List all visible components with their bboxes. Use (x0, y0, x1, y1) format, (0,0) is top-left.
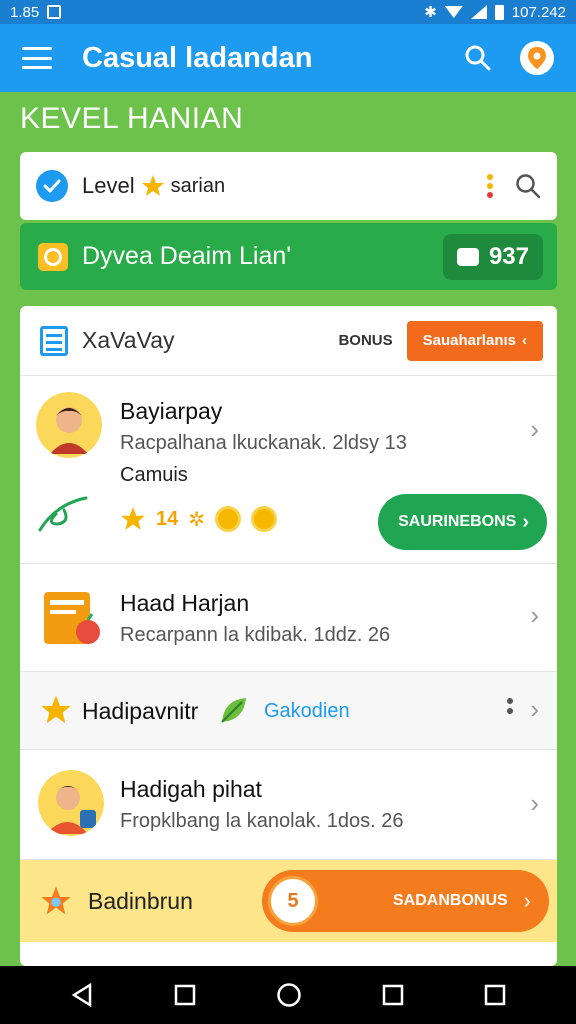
row-name: Haad Harjan (120, 590, 250, 616)
chevron-right-icon: › (530, 414, 539, 444)
search-icon[interactable] (464, 44, 492, 72)
menu-icon[interactable] (22, 47, 52, 69)
panel-title: XaVaVay (82, 327, 175, 353)
row-action-label: SAURINEBONS (398, 513, 517, 530)
app-title: Casual ladandan (82, 41, 313, 74)
rewards-row: 14 ✲ (120, 506, 278, 532)
battery-icon (494, 4, 504, 20)
recents-icon[interactable] (484, 984, 506, 1006)
star-icon (141, 175, 164, 196)
coin-icon (251, 506, 278, 532)
location-pin-icon[interactable] (520, 41, 554, 75)
level-bar[interactable]: Level sarian (20, 152, 557, 220)
row-action-button[interactable]: SAURINEBONS › (378, 494, 547, 550)
banner-text: Dyvea Deaim Lian' (82, 242, 292, 270)
system-nav-bar (0, 966, 576, 1024)
square-icon[interactable] (174, 984, 196, 1006)
row-tag: Gakodien (264, 700, 350, 722)
bonus-banner[interactable]: Badinbrun 5 SADANBONUS › (20, 860, 557, 942)
signal-icon (470, 5, 487, 19)
list-item[interactable]: Haad Harjan Recarpann la kdibak. 1ddz. 2… (20, 564, 557, 672)
row-name: Hadigah pihat (120, 776, 262, 802)
chevron-left-icon: ‹ (522, 332, 527, 349)
bonus-banner-label: Badinbrun (88, 887, 193, 914)
bluetooth-icon: ✱ (424, 4, 437, 21)
star-icon (41, 695, 71, 724)
plant-icon (38, 496, 88, 532)
bonus-label: BONUS (338, 332, 393, 349)
row-extra: Camuis (120, 464, 188, 486)
list-item[interactable]: Bayiarpay Racpalhana lkuckanak. 2ldsy 13… (20, 376, 557, 564)
notification-icon (47, 5, 62, 19)
wallet-icon (456, 247, 479, 266)
list-item[interactable]: Hadipavnitr Gakodien › (20, 672, 557, 750)
reward-count: 14 (156, 507, 179, 530)
check-icon (36, 170, 68, 202)
app-bar: Casual ladandan (0, 24, 576, 92)
status-bar: 1.85 ✱ 107.242 (0, 0, 576, 24)
star-badge-icon (41, 886, 71, 915)
list-item[interactable]: Hadigah pihat Fropklbang la kanolak. 1do… (20, 750, 557, 860)
star-icon (121, 507, 145, 530)
section-title: KEVEL HANIAN (20, 102, 244, 135)
row-name: Bayiarpay (120, 398, 223, 424)
level-label: Level (82, 173, 135, 198)
leaf-icon (221, 698, 246, 723)
search-icon[interactable] (515, 173, 541, 199)
status-right-text: 107.242 (511, 3, 566, 21)
bonus-circle: 5 (268, 876, 318, 926)
avatar (36, 392, 102, 458)
bonus-button-label: SADANBONUS (393, 892, 508, 909)
wifi-icon (444, 6, 463, 18)
chevron-right-icon: › (530, 694, 539, 724)
score-value: 937 (488, 242, 529, 270)
panel-header: XaVaVay BONUS Sauaharlanıs ‹ (20, 306, 557, 376)
score-pill[interactable]: 937 (442, 233, 543, 280)
chevron-right-icon: › (530, 600, 539, 630)
coin-icon (215, 506, 242, 532)
row-desc: Fropklbang la kanolak. 1dos. 26 (120, 810, 404, 832)
panel-action-label: Sauaharlanıs (422, 332, 516, 349)
row-name: Hadipavnitr (82, 698, 199, 724)
daily-banner[interactable]: Dyvea Deaim Lian' 937 (20, 223, 557, 290)
more-dots-icon[interactable] (487, 174, 493, 198)
more-dots-icon[interactable] (507, 698, 513, 714)
avatar (38, 770, 104, 836)
book-icon (44, 592, 100, 644)
chevron-right-icon: › (522, 510, 529, 533)
back-icon[interactable] (70, 983, 94, 1007)
sparkle-icon: ✲ (188, 508, 206, 531)
level-sub-label: sarian (170, 174, 226, 197)
shopping-bag-icon (38, 242, 68, 271)
bonus-button[interactable]: 5 SADANBONUS › (262, 870, 549, 932)
chevron-right-icon: › (523, 888, 531, 913)
chevron-right-icon: › (530, 788, 539, 818)
row-desc: Racpalhana lkuckanak. 2ldsy 13 (120, 432, 407, 454)
panel-action-button[interactable]: Sauaharlanıs ‹ (406, 320, 543, 361)
status-time: 1.85 (10, 3, 40, 21)
square-icon[interactable] (382, 984, 404, 1006)
document-icon (40, 325, 68, 356)
tasks-card: XaVaVay BONUS Sauaharlanıs ‹ Bayiarpay R… (20, 306, 557, 966)
row-desc: Recarpann la kdibak. 1ddz. 26 (120, 624, 391, 646)
home-icon[interactable] (276, 982, 302, 1008)
